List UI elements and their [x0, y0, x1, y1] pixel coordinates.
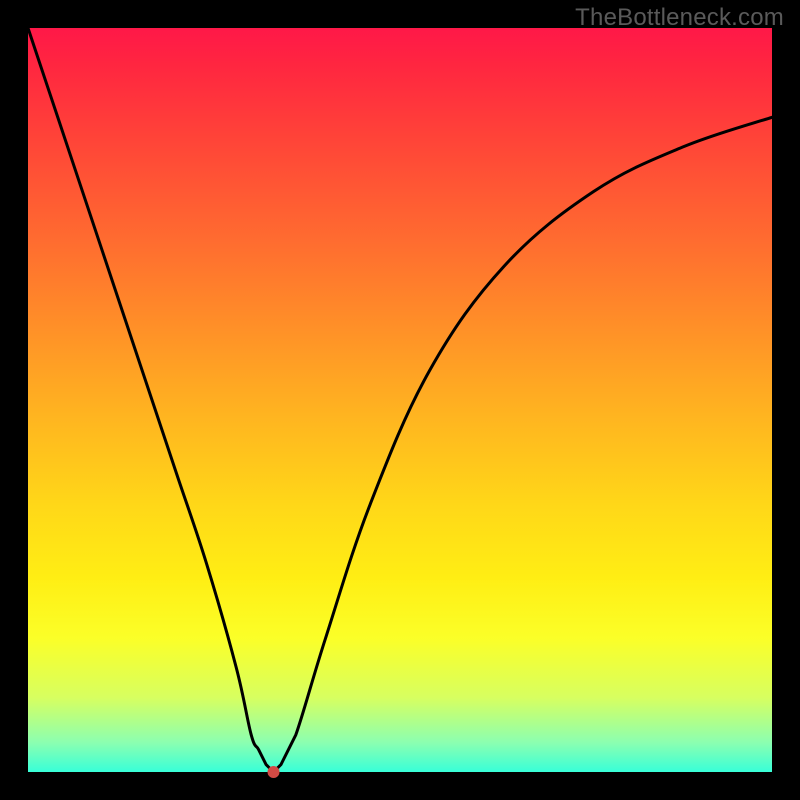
minimum-marker — [268, 766, 280, 778]
watermark-text: TheBottleneck.com — [575, 4, 784, 32]
bottleneck-curve-path — [28, 28, 772, 772]
curve-layer — [28, 28, 772, 772]
plot-area — [28, 28, 772, 772]
chart-frame: TheBottleneck.com — [0, 0, 800, 800]
